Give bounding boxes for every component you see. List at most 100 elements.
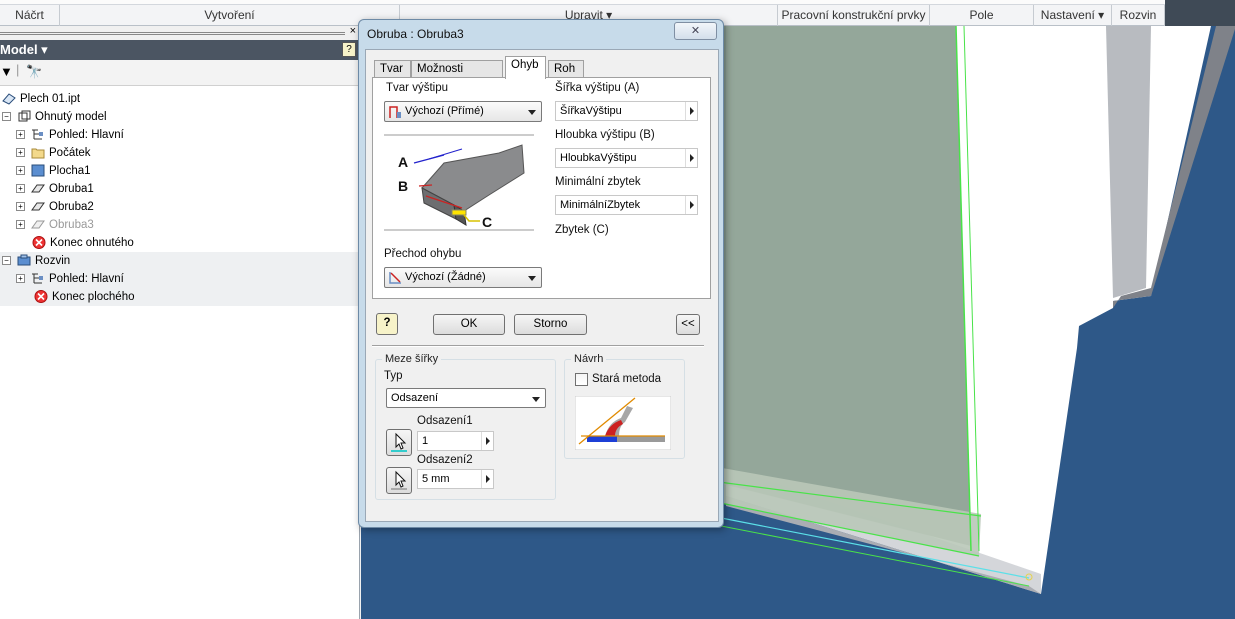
offset2-label: Odsazení2 — [417, 454, 473, 466]
tree-item-part[interactable]: Plech 01.ipt — [2, 90, 80, 108]
relief-depth-label: Hloubka výštipu (B) — [555, 129, 655, 141]
chevron-right-icon[interactable] — [685, 102, 697, 120]
browser-dock-strip: × — [0, 25, 360, 40]
model-browser: × Model ▾ ? ▼ | 🔭 Plech 01.ipt − Ohnutý m… — [0, 25, 360, 619]
tab-bend[interactable]: Ohyb — [505, 56, 546, 79]
relief-diagram: A B C — [384, 134, 534, 231]
chevron-down-icon — [528, 110, 536, 115]
old-method-checkbox[interactable] — [575, 373, 588, 386]
browser-close-icon[interactable]: × — [350, 25, 356, 37]
min-remnant-value: MinimálníZbytek — [560, 199, 641, 211]
ribbon-panel-pattern[interactable]: Pole — [930, 5, 1034, 26]
ribbon-panel-setup[interactable]: Nastavení ▾ — [1034, 5, 1112, 26]
end-of-part-icon — [32, 236, 46, 250]
browser-title-dropdown[interactable]: Model ▾ — [0, 42, 48, 58]
flange-icon — [31, 184, 45, 193]
dialog-titlebar[interactable]: Obruba : Obruba3 ✕ — [359, 20, 723, 46]
expand-icon[interactable]: + — [16, 274, 25, 284]
part-icon — [2, 93, 16, 106]
tree-item-end-of-flat[interactable]: Konec plochého — [0, 288, 360, 306]
expand-icon[interactable]: + — [16, 202, 25, 212]
offset1-field[interactable]: 1 — [417, 431, 494, 451]
ribbon-panel-sketch[interactable]: Náčrt — [0, 5, 60, 26]
tree-label: Konec plochého — [52, 291, 135, 303]
bend-transition-label: Přechod ohybu — [384, 248, 462, 260]
offset2-pick-button[interactable] — [386, 467, 412, 494]
help-button[interactable]: ? — [376, 313, 398, 335]
old-method-label[interactable]: Stará metoda — [592, 373, 661, 385]
tree-item-origin[interactable]: + Počátek — [16, 144, 91, 162]
relief-width-value: ŠířkaVýštipu — [560, 105, 622, 117]
flange-dialog: Obruba : Obruba3 ✕ Tvar Možnosti rozvinu… — [358, 19, 724, 528]
folder-icon — [31, 148, 45, 159]
chevron-right-icon[interactable] — [685, 196, 697, 214]
tree-item-flat-view[interactable]: + Pohled: Hlavní — [0, 270, 360, 288]
tree-label: Počátek — [49, 147, 91, 159]
bend-transition-dropdown[interactable]: Výchozí (Žádné) — [384, 267, 542, 288]
relief-depth-field[interactable]: HloubkaVýštipu — [555, 148, 698, 168]
cancel-button[interactable]: Storno — [514, 314, 587, 335]
find-icon[interactable]: 🔭 — [26, 64, 42, 80]
tree-item-face1[interactable]: + Plocha1 — [16, 162, 91, 180]
type-dropdown[interactable]: Odsazení — [386, 388, 546, 408]
chevron-right-icon[interactable] — [685, 149, 697, 167]
offset1-pick-button[interactable] — [386, 429, 412, 456]
tree-item-flange3[interactable]: + Obruba3 — [16, 216, 94, 234]
relief-shape-label: Tvar výštipu — [386, 82, 448, 94]
relief-depth-value: HloubkaVýštipu — [560, 152, 637, 164]
type-value: Odsazení — [391, 392, 439, 404]
flat-pattern-icon — [17, 254, 31, 266]
bend-method-preview — [575, 396, 671, 450]
relief-shape-value: Výchozí (Přímé) — [405, 105, 484, 117]
min-remnant-label: Minimální zbytek — [555, 176, 641, 188]
offset2-field[interactable]: 5 mm — [417, 469, 494, 489]
chevron-right-icon[interactable] — [481, 470, 493, 488]
filter-icon[interactable]: ▼ — [0, 64, 13, 79]
folded-model-icon — [18, 110, 31, 122]
ribbon-dark-area — [1165, 0, 1235, 26]
ok-button[interactable]: OK — [433, 314, 505, 335]
collapse-icon[interactable]: − — [2, 256, 11, 266]
tree-label: Konec ohnutého — [50, 237, 134, 249]
tree-item-end-of-folded[interactable]: Konec ohnutého — [32, 234, 134, 252]
offset1-label: Odsazení1 — [417, 415, 473, 427]
tree-label: Obruba1 — [49, 183, 94, 195]
close-button[interactable]: ✕ — [674, 22, 717, 40]
diagram-label-c: C — [482, 214, 492, 230]
type-label: Typ — [384, 370, 403, 382]
expand-icon[interactable]: + — [16, 148, 25, 158]
expand-icon[interactable]: + — [16, 184, 25, 194]
tree-label: Pohled: Hlavní — [49, 129, 124, 141]
bend-transition-icon — [389, 272, 401, 284]
view-rep-icon — [32, 273, 43, 284]
relief-shape-dropdown[interactable]: Výchozí (Přímé) — [384, 101, 542, 122]
relief-width-field[interactable]: ŠířkaVýštipu — [555, 101, 698, 121]
collapse-icon[interactable]: − — [2, 112, 11, 122]
width-extents-title: Meze šířky — [382, 353, 442, 365]
dock-grip[interactable] — [0, 32, 345, 35]
chevron-right-icon[interactable] — [481, 432, 493, 450]
tree-item-flange1[interactable]: + Obruba1 — [16, 180, 94, 198]
dialog-separator — [372, 345, 704, 347]
expand-icon[interactable]: + — [16, 130, 25, 140]
tree-item-flange2[interactable]: + Obruba2 — [16, 198, 94, 216]
browser-header: Model ▾ ? — [0, 40, 360, 60]
min-remnant-field[interactable]: MinimálníZbytek — [555, 195, 698, 215]
ribbon-panel-work-features[interactable]: Pracovní konstrukční prvky — [778, 5, 930, 26]
tree-item-folded-model[interactable]: − Ohnutý model — [2, 108, 107, 126]
offset2-value: 5 mm — [422, 473, 450, 485]
browser-help-icon[interactable]: ? — [342, 42, 356, 57]
ribbon-panel-flat-pattern[interactable]: Rozvin — [1112, 5, 1165, 26]
relief-width-label: Šířka výštipu (A) — [555, 82, 640, 94]
tree-item-flat-pattern[interactable]: − Rozvin — [0, 252, 360, 270]
tree-label: Plocha1 — [49, 165, 91, 177]
chevron-down-icon — [528, 276, 536, 281]
design-group: Návrh Stará metoda — [564, 353, 685, 459]
tree-label: Pohled: Hlavní — [49, 273, 124, 285]
tree-label: Plech 01.ipt — [20, 93, 81, 105]
collapse-more-button[interactable]: << — [676, 314, 700, 335]
expand-icon[interactable]: + — [16, 220, 25, 230]
expand-icon[interactable]: + — [16, 166, 25, 176]
ribbon-panel-create[interactable]: Vytvoření — [60, 5, 400, 26]
tree-item-view[interactable]: + Pohled: Hlavní — [16, 126, 124, 144]
